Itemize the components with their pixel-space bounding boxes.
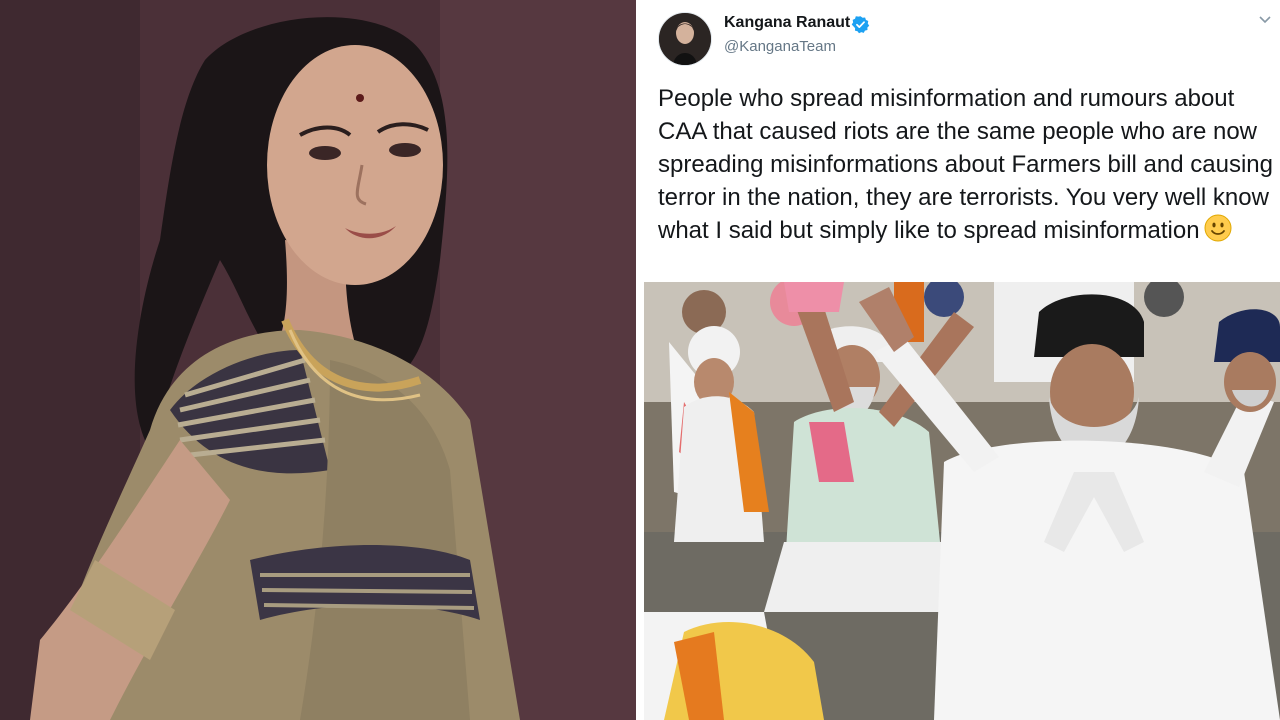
tweet-body: People who spread misinformation and rum… — [658, 82, 1276, 247]
panel-divider — [636, 0, 644, 720]
avatar[interactable] — [658, 12, 712, 66]
protest-photo — [644, 282, 1280, 720]
chevron-down-icon[interactable] — [1256, 10, 1274, 28]
verified-badge-icon — [851, 16, 870, 34]
tweet-text: People who spread misinformation and rum… — [658, 85, 1273, 244]
smile-emoji-icon — [1204, 214, 1232, 242]
user-handle[interactable]: @KanganaTeam — [724, 38, 836, 55]
tweet-card: Kangana Ranaut @KanganaTeam People who s… — [644, 0, 1280, 282]
display-name[interactable]: Kangana Ranaut — [724, 14, 850, 32]
portrait-image — [0, 0, 636, 720]
